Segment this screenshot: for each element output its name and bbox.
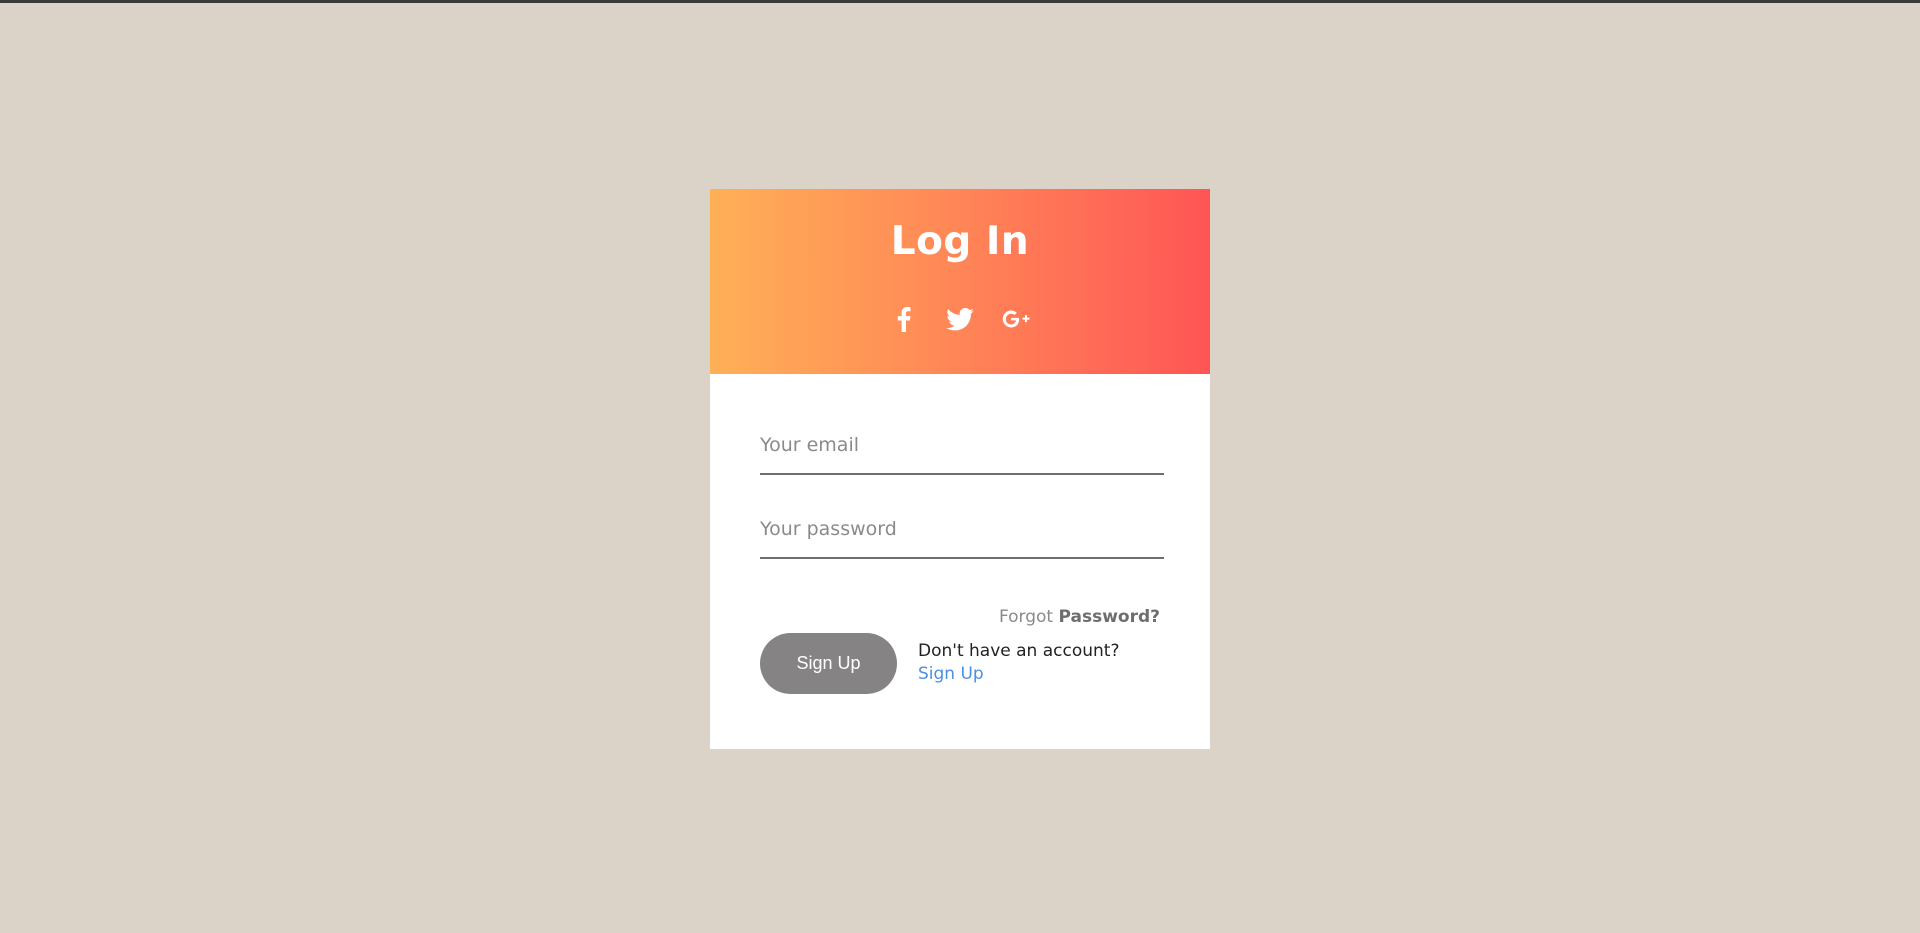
password-field[interactable] [760,501,1164,557]
forgot-bold: Password? [1058,607,1160,627]
browser-top-border [0,0,1920,3]
forgot-prefix: Forgot [998,607,1054,627]
email-field-wrapper [760,417,1164,475]
sign-up-button[interactable]: Sign Up [760,633,897,694]
login-header: Log In [710,189,1210,374]
login-card: Log In Forgot [710,189,1210,749]
account-prompt-text: Don't have an account? [918,641,1120,661]
google-plus-icon[interactable] [1001,304,1031,334]
account-prompt: Don't have an account? Sign Up [918,640,1158,686]
password-field-wrapper [760,501,1164,559]
page-title: Log In [890,219,1030,264]
sign-up-link[interactable]: Sign Up [918,664,984,684]
social-login-bar [710,304,1210,334]
twitter-icon[interactable] [945,304,975,334]
facebook-icon[interactable] [889,304,919,334]
forgot-password-link[interactable]: Forgot Password? [999,607,1160,627]
email-field[interactable] [760,417,1164,473]
